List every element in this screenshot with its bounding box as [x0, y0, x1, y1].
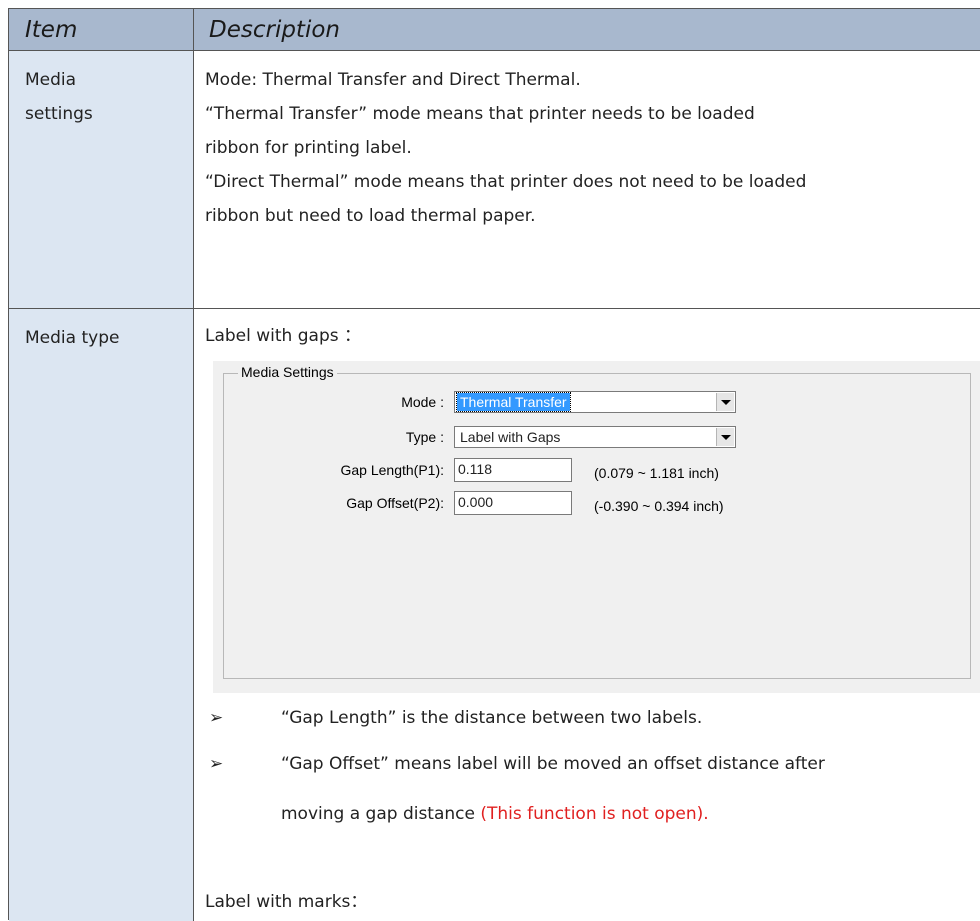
desc-line: ribbon for printing label.: [205, 138, 412, 158]
mode-select[interactable]: Thermal Transfer: [454, 391, 736, 413]
chevron-down-icon[interactable]: [716, 393, 734, 411]
column-divider: [193, 51, 194, 308]
bullet-list: ➢ “Gap Length” is the distance between t…: [205, 701, 975, 831]
type-select[interactable]: Label with Gaps: [454, 426, 736, 448]
bullet-text: “Gap Offset” means label will be moved a…: [281, 754, 825, 774]
gap-length-label: Gap Length(P1):: [340, 462, 444, 478]
gap-offset-input[interactable]: 0.000: [454, 491, 572, 515]
header-description: Description: [209, 17, 340, 43]
list-item: ➢ “Gap Length” is the distance between t…: [205, 701, 975, 735]
mode-value: Thermal Transfer: [456, 392, 571, 412]
desc-line: “Direct Thermal” mode means that printer…: [205, 172, 807, 192]
item-line: Media: [25, 70, 77, 90]
item-cell: [9, 309, 193, 921]
item-line: settings: [25, 104, 93, 124]
label-with-marks-heading: Label with marks：: [205, 892, 368, 912]
group-title: Media Settings: [238, 364, 337, 380]
gap-length-input[interactable]: 0.118: [454, 458, 572, 482]
not-open-note: (This function is not open).: [480, 804, 709, 824]
table-header: Item Description: [9, 9, 980, 51]
table-row: Media settings Mode: Thermal Transfer an…: [9, 51, 980, 309]
spec-table: Item Description Media settings Mode: Th…: [8, 8, 980, 921]
desc-line: “Thermal Transfer” mode means that print…: [205, 104, 755, 124]
table-row: Media type Label with gaps ： Media Setti…: [9, 309, 980, 921]
bullet-cont-text: moving a gap distance: [281, 804, 481, 824]
media-settings-group: Media Settings Mode : Thermal Transfer T…: [223, 364, 971, 679]
arrow-bullet-icon: ➢: [209, 708, 224, 728]
item-label: Media settings: [25, 63, 185, 131]
gap-offset-label: Gap Offset(P2):: [346, 495, 444, 511]
column-divider: [193, 309, 194, 921]
label-with-gaps-heading: Label with gaps ：: [205, 326, 361, 346]
list-item: ➢ “Gap Offset” means label will be moved…: [205, 747, 975, 831]
desc-line: Mode: Thermal Transfer and Direct Therma…: [205, 70, 581, 90]
mode-label: Mode :: [401, 394, 444, 410]
type-value: Label with Gaps: [460, 429, 561, 445]
bullet-continuation: moving a gap distance (This function is …: [281, 797, 975, 831]
item-label: Media type: [25, 321, 185, 355]
type-label: Type :: [405, 429, 444, 445]
arrow-bullet-icon: ➢: [209, 754, 224, 774]
header-item: Item: [25, 17, 78, 43]
bullet-text: “Gap Length” is the distance between two…: [281, 708, 703, 728]
description-text: Mode: Thermal Transfer and Direct Therma…: [205, 63, 975, 233]
media-settings-dialog: Media Settings Mode : Thermal Transfer T…: [213, 361, 980, 693]
chevron-down-icon[interactable]: [716, 428, 734, 446]
item-line: Media type: [25, 328, 120, 348]
desc-line: ribbon but need to load thermal paper.: [205, 206, 536, 226]
gap-length-range: (0.079 ~ 1.181 inch): [594, 465, 719, 481]
gap-offset-range: (-0.390 ~ 0.394 inch): [594, 498, 724, 514]
